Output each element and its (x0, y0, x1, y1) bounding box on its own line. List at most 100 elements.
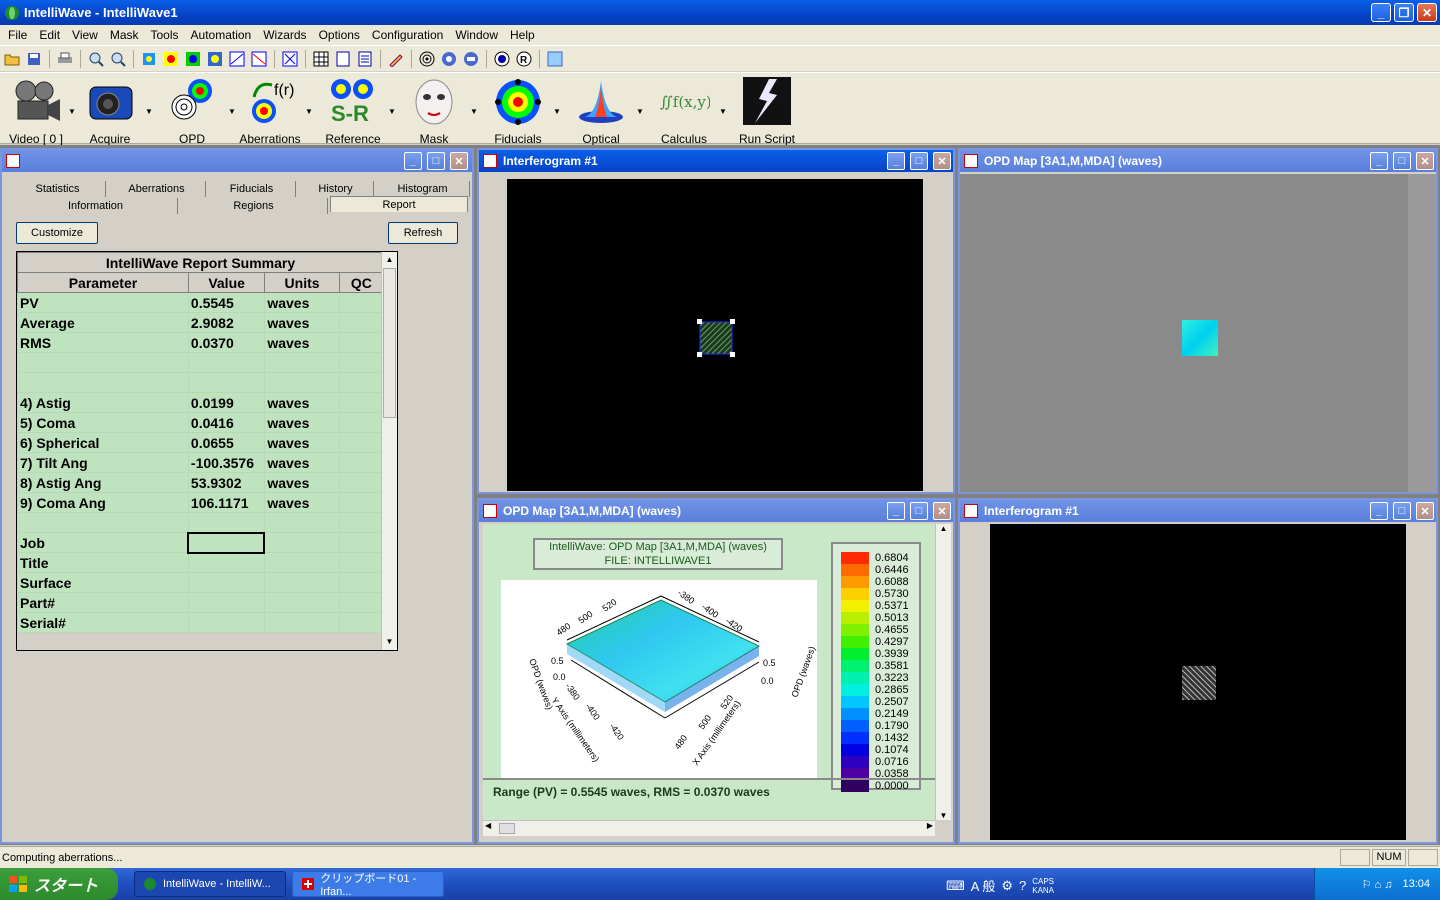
qc-cell[interactable] (338, 472, 385, 493)
menu-options[interactable]: Options (313, 28, 366, 42)
scroll-thumb[interactable] (383, 268, 396, 418)
param-cell[interactable]: RMS (17, 332, 189, 353)
close-button[interactable]: ✕ (933, 152, 951, 170)
plot-horizontal-scrollbar[interactable]: ◀ ▶ (483, 820, 935, 836)
scroll-down-icon[interactable]: ▼ (382, 634, 397, 650)
value-cell[interactable] (187, 612, 266, 633)
qc-cell[interactable] (338, 392, 385, 413)
menu-view[interactable]: View (66, 28, 104, 42)
scroll-down-icon[interactable]: ▼ (936, 811, 951, 820)
task-intelliwave[interactable]: IntelliWave - IntelliW... (134, 871, 286, 897)
units-cell[interactable]: waves (264, 492, 340, 513)
param-cell[interactable]: 9) Coma Ang (17, 492, 189, 513)
tab-fiducials[interactable]: Fiducials (208, 181, 296, 197)
qc-cell[interactable] (338, 292, 385, 313)
qc-cell[interactable] (338, 592, 385, 613)
grid-icon[interactable] (311, 49, 331, 69)
tab-information[interactable]: Information (14, 198, 178, 214)
run-script-button[interactable]: Run Script (731, 77, 803, 146)
table-row[interactable] (17, 352, 385, 373)
menu-wizards[interactable]: Wizards (257, 28, 312, 42)
map-color-icon[interactable] (161, 49, 181, 69)
help-icon[interactable] (545, 49, 565, 69)
menu-mask[interactable]: Mask (104, 28, 145, 42)
customize-button[interactable]: Customize (16, 222, 98, 244)
acquire-button[interactable]: Acquire (74, 77, 146, 146)
maximize-button[interactable]: □ (1393, 502, 1411, 520)
param-cell[interactable]: 8) Astig Ang (17, 472, 189, 493)
maximize-button[interactable]: □ (910, 152, 928, 170)
param-cell[interactable]: 7) Tilt Ang (17, 452, 189, 473)
table-row[interactable]: 8) Astig Ang 53.9302 waves (17, 472, 385, 493)
qc-cell[interactable] (338, 452, 385, 473)
value-cell[interactable]: 0.0416 (187, 412, 266, 433)
minimize-button[interactable]: _ (1371, 3, 1391, 22)
chevron-down-icon[interactable]: ▼ (145, 107, 153, 116)
param-cell[interactable]: PV (17, 292, 189, 313)
table-row[interactable]: PV 0.5545 waves (17, 292, 385, 313)
scroll-right-icon[interactable]: ▶ (927, 821, 933, 830)
table-row[interactable]: 6) Spherical 0.0655 waves (17, 432, 385, 453)
qc-cell[interactable] (338, 572, 385, 593)
value-cell[interactable] (187, 352, 266, 373)
ime-help-icon[interactable]: ? (1019, 878, 1026, 893)
qc-cell[interactable] (338, 312, 385, 333)
minimize-button[interactable]: _ (1370, 502, 1388, 520)
start-button[interactable]: スタート (0, 868, 118, 900)
report-scrollbar[interactable]: ▲ ▼ (381, 252, 397, 650)
save-icon[interactable] (24, 49, 44, 69)
minimize-button[interactable]: _ (887, 152, 905, 170)
tab-statistics[interactable]: Statistics (10, 181, 106, 197)
zoom-in-icon[interactable] (86, 49, 106, 69)
close-button[interactable]: ✕ (1417, 3, 1437, 22)
units-cell[interactable]: waves (264, 452, 340, 473)
minimize-button[interactable]: _ (887, 502, 905, 520)
qc-cell[interactable] (338, 372, 385, 393)
ime-tools-icon[interactable]: ⚙ (1001, 878, 1013, 894)
units-cell[interactable]: waves (264, 332, 340, 353)
units-cell[interactable] (264, 512, 340, 533)
value-cell[interactable]: 0.0199 (187, 392, 266, 413)
param-cell[interactable]: Part# (17, 592, 189, 613)
chevron-down-icon[interactable]: ▼ (553, 107, 561, 116)
units-cell[interactable]: waves (264, 312, 340, 333)
menu-automation[interactable]: Automation (185, 28, 258, 42)
value-cell[interactable] (187, 372, 266, 393)
pencil-icon[interactable] (386, 49, 406, 69)
units-cell[interactable]: waves (264, 432, 340, 453)
table-row[interactable]: 4) Astig 0.0199 waves (17, 392, 385, 413)
table-row[interactable]: 5) Coma 0.0416 waves (17, 412, 385, 433)
mask-button[interactable]: Mask (398, 77, 470, 146)
table-row[interactable]: 7) Tilt Ang -100.3576 waves (17, 452, 385, 473)
menu-edit[interactable]: Edit (33, 28, 66, 42)
units-cell[interactable] (264, 552, 340, 573)
panel-minimize-button[interactable]: _ (404, 152, 422, 170)
menu-tools[interactable]: Tools (145, 28, 185, 42)
value-cell[interactable]: 0.0370 (187, 332, 266, 353)
value-cell[interactable]: 53.9302 (187, 472, 266, 493)
menu-help[interactable]: Help (504, 28, 541, 42)
calculus-button[interactable]: ∬f(x,y) dx dy Calculus (648, 77, 758, 146)
units-cell[interactable] (264, 612, 340, 633)
param-cell[interactable]: Surface (17, 572, 189, 593)
xy-view-icon[interactable] (280, 49, 300, 69)
chevron-down-icon[interactable]: ▼ (719, 107, 727, 116)
param-cell[interactable] (17, 372, 189, 393)
table-row[interactable]: Part# (17, 592, 385, 613)
param-cell[interactable] (17, 512, 189, 533)
table-row[interactable]: Serial# (17, 612, 385, 633)
units-cell[interactable]: waves (264, 292, 340, 313)
opd-3d-plot-area[interactable]: IntelliWave: OPD Map [3A1,M,MDA] (waves)… (483, 524, 935, 820)
value-cell[interactable] (187, 592, 266, 613)
panel-close-button[interactable]: ✕ (450, 152, 468, 170)
units-cell[interactable]: waves (264, 472, 340, 493)
chevron-down-icon[interactable]: ▼ (305, 107, 313, 116)
value-cell[interactable] (187, 512, 266, 533)
menu-window[interactable]: Window (449, 28, 504, 42)
registered-icon[interactable]: R (514, 49, 534, 69)
chevron-down-icon[interactable]: ▼ (636, 107, 644, 116)
table-row[interactable] (17, 512, 385, 533)
camera-2-icon[interactable] (461, 49, 481, 69)
value-cell[interactable]: 0.0655 (187, 432, 266, 453)
plot-vertical-scrollbar[interactable]: ▲ ▼ (935, 524, 951, 820)
